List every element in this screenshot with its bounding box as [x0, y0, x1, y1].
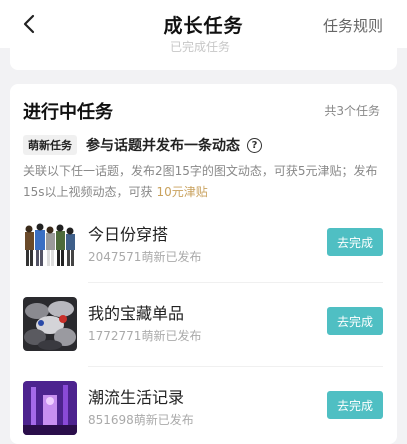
page-title: 成长任务	[163, 14, 244, 37]
task-name: 参与话题并发布一条动态	[86, 138, 240, 154]
task-rules-link[interactable]: 任务规则	[323, 15, 383, 36]
task-header: 萌新任务 参与话题并发布一条动态 ?	[23, 135, 262, 155]
topic-thumbnail	[23, 381, 77, 435]
task-count: 共3个任务	[324, 104, 380, 118]
section-title: 进行中任务	[23, 102, 113, 123]
completed-tasks-label: 已完成任务	[170, 40, 231, 54]
go-complete-button[interactable]: 去完成	[327, 391, 383, 419]
list-item[interactable]: 今日份穿搭 2047571萌新已发布 去完成	[23, 218, 383, 278]
question-circle-icon[interactable]: ?	[247, 137, 262, 153]
divider	[88, 366, 383, 367]
topic-publish-count: 2047571萌新已发布	[88, 250, 202, 264]
completed-tasks-card: 已完成任务	[10, 40, 397, 70]
list-item[interactable]: 我的宝藏单品 1772771萌新已发布 去完成	[23, 297, 383, 357]
list-item[interactable]: 潮流生活记录 851698萌新已发布 去完成	[23, 381, 383, 441]
task-description: 关联以下任一话题，发布2图15字的图文动态，可获5元津贴；发布15s以上视频动态…	[23, 161, 385, 203]
topic-publish-count: 851698萌新已发布	[88, 413, 194, 427]
topic-thumbnail	[23, 218, 77, 272]
topic-thumbnail	[23, 297, 77, 351]
back-icon[interactable]	[20, 14, 40, 34]
topic-title: 我的宝藏单品	[88, 304, 185, 323]
go-complete-button[interactable]: 去完成	[327, 228, 383, 256]
topic-title: 潮流生活记录	[88, 388, 185, 407]
in-progress-tasks-card: 进行中任务 共3个任务 萌新任务 参与话题并发布一条动态 ? 关联以下任一话题，…	[10, 84, 397, 444]
newbie-task-badge: 萌新任务	[23, 135, 77, 155]
go-complete-button[interactable]: 去完成	[327, 307, 383, 335]
topic-title: 今日份穿搭	[88, 225, 169, 244]
reward-text: 10元津贴	[156, 185, 208, 199]
topic-publish-count: 1772771萌新已发布	[88, 329, 202, 343]
divider	[88, 282, 383, 283]
